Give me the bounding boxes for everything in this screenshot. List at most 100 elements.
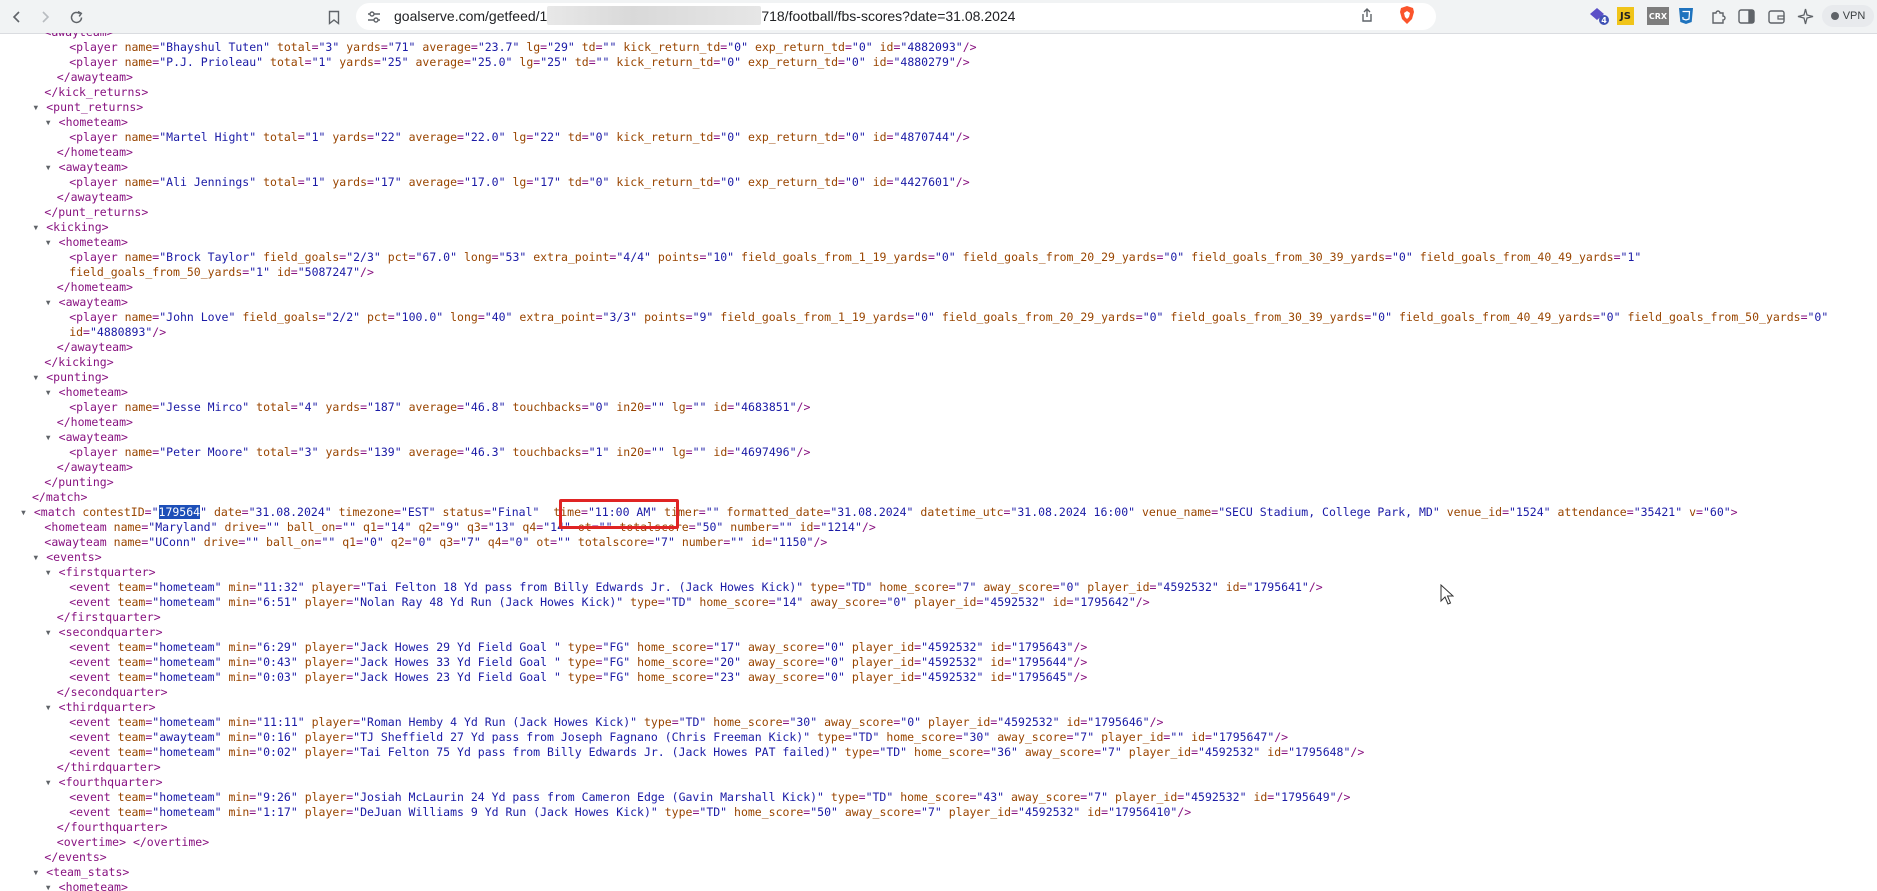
xml-line: <player name="Bhayshul Tuten" total="3" … (69, 40, 977, 54)
back-arrow-icon (12, 11, 20, 23)
xml-line: <event team="hometeam" min="0:03" player… (69, 670, 1088, 684)
xml-collapsible-line[interactable]: ▾ <fourthquarter> (45, 775, 163, 790)
xml-collapsible-line[interactable]: ▾ <hometeam> (45, 880, 128, 891)
browser-toolbar: goalserve.com/getfeed/1 718/football/fbs-… (0, 0, 1877, 34)
expand-triangle-icon[interactable]: ▾ (32, 220, 46, 234)
extensions-menu-button[interactable] (1709, 7, 1727, 25)
extension-badge-count: 4 (1601, 16, 1607, 25)
redacted-url-segment (547, 6, 762, 25)
xml-line: <event team="hometeam" min="9:26" player… (69, 790, 1351, 804)
leo-ai-button[interactable] (1796, 7, 1814, 25)
xml-tree-view: <awayteam><player name="Bhayshul Tuten" … (0, 33, 1877, 891)
crx-extension-icon[interactable]: CRX (1647, 7, 1669, 25)
xml-collapsible-line[interactable]: ▾ <match contestID="179564" date="31.08.… (20, 505, 1738, 520)
xml-line: <event team="hometeam" min="6:29" player… (69, 640, 1088, 654)
xml-line: <event team="hometeam" min="0:43" player… (69, 655, 1088, 669)
xml-line: </thirdquarter> (56, 760, 161, 774)
mouse-cursor-icon (1440, 584, 1454, 605)
xml-collapsible-line[interactable]: ▾ <firstquarter> (45, 565, 156, 580)
xml-line: <awayteam name="UConn" drive="" ball_on=… (44, 535, 828, 549)
reload-button[interactable] (65, 6, 87, 28)
xml-line: </awayteam> (56, 190, 133, 204)
expand-triangle-icon[interactable]: ▾ (45, 625, 59, 639)
url-text[interactable]: goalserve.com/getfeed/1 718/football/fbs-… (394, 3, 1015, 30)
xml-line: </kick_returns> (44, 85, 149, 99)
expand-triangle-icon[interactable]: ▾ (45, 295, 59, 309)
xml-line: </punting> (44, 475, 114, 489)
xml-collapsible-line[interactable]: ▾ <awayteam> (45, 430, 128, 445)
forward-button[interactable] (34, 6, 56, 28)
xml-line: </kicking> (44, 355, 114, 369)
expand-triangle-icon[interactable]: ▾ (45, 235, 59, 249)
vpn-label: VPN (1842, 10, 1866, 22)
css3-extension-button[interactable] (1678, 7, 1694, 25)
xml-line: </events> (44, 850, 107, 864)
expand-triangle-icon[interactable]: ▾ (32, 550, 46, 564)
expand-triangle-icon[interactable]: ▾ (20, 505, 34, 519)
extension-badge-icon: 4 (1590, 8, 1609, 25)
expand-triangle-icon[interactable]: ▾ (32, 100, 46, 114)
xml-collapsible-line[interactable]: ▾ <punt_returns> (32, 100, 143, 115)
sidebar-button[interactable] (1737, 7, 1755, 25)
xml-line: </awayteam> (56, 460, 133, 474)
css3-extension-icon (1679, 8, 1693, 24)
annotation-red-box (559, 499, 679, 529)
bookmark-icon (328, 10, 340, 25)
vpn-status-icon (1830, 12, 1839, 20)
xml-line: </hometeam> (56, 415, 133, 429)
xml-collapsible-line[interactable]: ▾ <events> (32, 550, 101, 565)
xml-collapsible-line[interactable]: ▾ <kicking> (32, 220, 108, 235)
url-suffix: 718/football/fbs-scores?date=31.08.2024 (761, 8, 1016, 24)
address-bar[interactable]: goalserve.com/getfeed/1 718/football/fbs-… (356, 3, 1436, 30)
wallet-button[interactable] (1767, 7, 1785, 25)
xml-collapsible-line[interactable]: ▾ <team_stats> (32, 865, 129, 880)
expand-triangle-icon[interactable]: ▾ (32, 865, 46, 879)
site-settings-icon[interactable] (366, 9, 382, 25)
forward-arrow-icon (42, 11, 50, 23)
xml-line: <player name="Jesse Mirco" total="4" yar… (69, 400, 811, 414)
xml-collapsible-line[interactable]: ▾ <hometeam> (45, 115, 128, 130)
xml-line: <event team="hometeam" min="0:02" player… (69, 745, 1365, 759)
back-button[interactable] (6, 6, 28, 28)
expand-triangle-icon[interactable]: ▾ (45, 775, 59, 789)
extension-badge-button[interactable]: 4 (1588, 7, 1610, 25)
xml-collapsible-line[interactable]: ▾ <awayteam> (45, 295, 128, 310)
xml-collapsible-line[interactable]: ▾ <hometeam> (45, 235, 128, 250)
xml-line: <event team="awayteam" min="0:16" player… (69, 730, 1289, 744)
expand-triangle-icon[interactable]: ▾ (45, 115, 59, 129)
xml-collapsible-line[interactable]: ▾ <awayteam> (45, 160, 128, 175)
puzzle-extensions-icon (1711, 9, 1726, 24)
xml-line: </awayteam> (56, 340, 133, 354)
expand-triangle-icon[interactable]: ▾ (32, 370, 46, 384)
xml-line: <player name="Peter Moore" total="3" yar… (69, 445, 811, 459)
xml-line: <player name="Martel Hight" total="1" ya… (69, 130, 970, 144)
expand-triangle-icon[interactable]: ▾ (45, 160, 59, 174)
expand-triangle-icon[interactable]: ▾ (45, 430, 59, 444)
xml-line: <player name="Brock Taylor" field_goals=… (69, 250, 1642, 264)
xml-collapsible-line[interactable]: ▾ <hometeam> (45, 385, 128, 400)
xml-collapsible-line[interactable]: ▾ <thirdquarter> (45, 700, 156, 715)
xml-collapsible-line[interactable]: ▾ <secondquarter> (45, 625, 163, 640)
bookmark-button[interactable] (323, 6, 345, 28)
xml-line: <player name="P.J. Prioleau" total="1" y… (69, 55, 970, 69)
sidebar-icon (1737, 8, 1755, 24)
expand-triangle-icon[interactable]: ▾ (45, 385, 59, 399)
xml-line: <awayteam> (44, 33, 113, 40)
js-extension-icon[interactable]: JS (1617, 7, 1634, 25)
xml-line: </match> (32, 490, 88, 504)
share-icon[interactable] (1359, 7, 1375, 23)
expand-triangle-icon[interactable]: ▾ (45, 565, 59, 579)
wallet-icon (1767, 9, 1785, 24)
expand-triangle-icon[interactable]: ▾ (45, 880, 59, 891)
xml-line: <player name="Ali Jennings" total="1" ya… (69, 175, 970, 189)
xml-line: field_goals_from_50_yards="1" id="508724… (69, 265, 374, 279)
xml-line: <event team="hometeam" min="1:17" player… (69, 805, 1192, 819)
vpn-button[interactable]: VPN (1822, 5, 1874, 27)
xml-line: <event team="hometeam" min="11:32" playe… (69, 580, 1323, 594)
xml-collapsible-line[interactable]: ▾ <punting> (32, 370, 108, 385)
xml-line: </punt_returns> (44, 205, 149, 219)
brave-shields-icon[interactable] (1397, 5, 1417, 25)
leo-ai-icon (1797, 8, 1813, 24)
xml-line: </hometeam> (56, 280, 133, 294)
expand-triangle-icon[interactable]: ▾ (45, 700, 59, 714)
